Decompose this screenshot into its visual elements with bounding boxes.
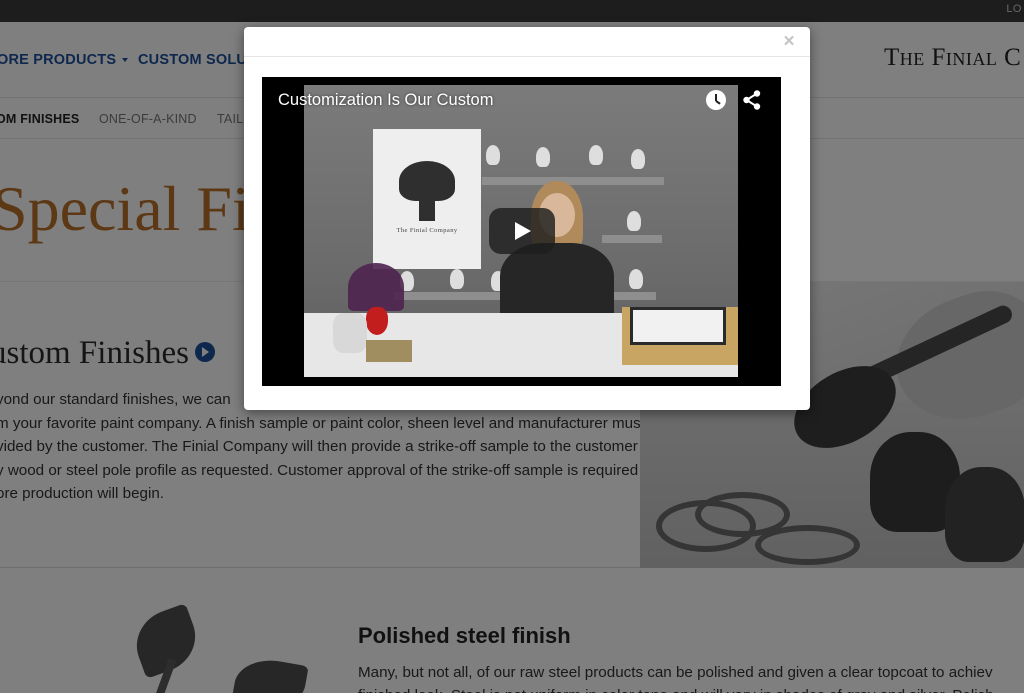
finial-illustration <box>399 161 455 201</box>
poster: The Finial Company <box>373 129 481 269</box>
vase <box>366 307 388 335</box>
ornament <box>450 269 464 289</box>
finial-illustration-stem <box>419 199 435 221</box>
ornament <box>486 145 500 165</box>
candle-holder <box>333 313 367 353</box>
book <box>630 307 726 345</box>
ornament <box>631 149 645 169</box>
ornament <box>589 145 603 165</box>
close-icon[interactable]: × <box>780 32 798 52</box>
small-box <box>366 340 412 362</box>
video-player[interactable]: The Finial Company Customization Is Our … <box>262 77 781 386</box>
ornament <box>627 211 641 231</box>
book-stack <box>622 307 738 365</box>
presenter <box>500 181 614 331</box>
watch-later-icon[interactable] <box>706 90 726 110</box>
play-button[interactable] <box>489 208 555 254</box>
modal-header: × <box>244 27 810 57</box>
ornament <box>629 269 643 289</box>
poster-text: The Finial Company <box>396 227 458 234</box>
share-icon[interactable] <box>741 89 763 111</box>
plant <box>348 263 404 311</box>
ornament <box>536 147 550 167</box>
video-title[interactable]: Customization Is Our Custom <box>278 91 493 110</box>
video-modal: × The Finial Company Customization Is Ou… <box>244 27 810 410</box>
